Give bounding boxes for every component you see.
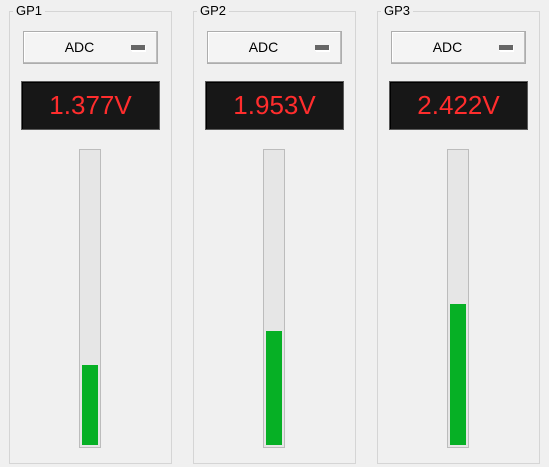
level-bar-fill [82,365,98,445]
level-bar [447,149,469,448]
mode-dropdown[interactable]: ADC [207,31,342,64]
level-bar-fill [450,303,466,445]
group-title: GP2 [197,4,230,18]
level-bar [263,149,285,448]
mode-dropdown-value: ADC [248,39,279,55]
voltage-readout: 2.422V [389,81,528,130]
level-bar-fill [266,331,282,445]
channel-group-gp2: GP2 ADC 1.953V [193,4,356,464]
group-title: GP1 [13,4,46,18]
level-bar [79,149,101,448]
dropdown-arrow-icon [131,45,145,51]
voltage-readout: 1.953V [205,81,344,130]
group-title: GP3 [381,4,414,18]
mode-dropdown[interactable]: ADC [391,31,526,64]
mode-dropdown-value: ADC [64,39,95,55]
channel-group-gp1: GP1 ADC 1.377V [9,4,172,464]
mode-dropdown[interactable]: ADC [23,31,158,64]
channel-group-gp3: GP3 ADC 2.422V [377,4,540,464]
mode-dropdown-value: ADC [432,39,463,55]
dropdown-arrow-icon [315,45,329,51]
voltage-readout: 1.377V [21,81,160,130]
dropdown-arrow-icon [499,45,513,51]
